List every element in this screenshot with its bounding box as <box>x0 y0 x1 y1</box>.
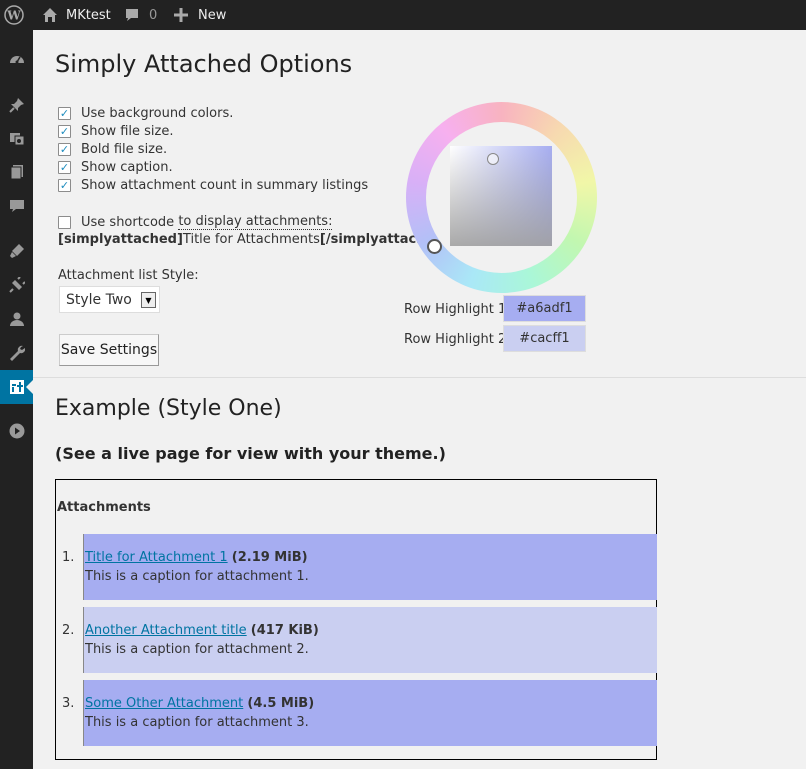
option-label: Use shortcode <box>81 214 179 230</box>
row-highlight-2-label: Row Highlight 2: <box>404 332 511 347</box>
appearance-icon[interactable] <box>0 234 33 268</box>
attachment-caption: This is a caption for attachment 3. <box>85 715 309 730</box>
hue-handle[interactable] <box>427 239 442 254</box>
shortcode-example: [simplyattached]Title for Attachments[/s… <box>58 232 450 247</box>
attachment-size: (417 KiB) <box>250 623 319 638</box>
example-preview: Attachments 1. Title for Attachment 1 (2… <box>55 479 657 760</box>
checkbox[interactable]: ✓ <box>58 178 71 192</box>
list-number: 3. <box>62 696 75 711</box>
color-picker[interactable] <box>406 102 597 293</box>
checkmark-icon: ✓ <box>59 124 70 138</box>
list-item: Another Attachment title (417 KiB) This … <box>83 607 657 673</box>
site-name-link[interactable]: MKtest <box>66 0 111 30</box>
save-settings-button[interactable]: Save Settings <box>59 334 159 366</box>
attachment-size: (2.19 MiB) <box>231 550 308 565</box>
main-content: Simply Attached Options ✓ Use background… <box>33 30 806 769</box>
attachment-link[interactable]: Another Attachment title <box>85 623 247 638</box>
saturation-handle[interactable] <box>487 153 499 165</box>
example-title: Example (Style One) <box>55 396 282 421</box>
checkmark-icon: ✓ <box>59 160 70 174</box>
checkbox[interactable]: ✓ <box>58 160 71 174</box>
option-label: Use background colors. <box>81 105 234 121</box>
shortcode-inner-text: Title for Attachments <box>182 232 320 247</box>
saturation-square[interactable] <box>450 146 552 246</box>
checkmark-icon: ✓ <box>59 142 70 156</box>
list-style-value: Style Two <box>66 291 132 308</box>
admin-bar: W MKtest 0 New <box>0 0 806 30</box>
chevron-down-icon[interactable]: ▼ <box>141 292 156 308</box>
divider <box>33 377 806 378</box>
row-highlight-1-label: Row Highlight 1: <box>404 302 511 317</box>
option-bold-file-size[interactable]: ✓ Bold file size. <box>58 140 167 158</box>
attachment-caption: This is a caption for attachment 1. <box>85 569 309 584</box>
option-label: Show caption. <box>81 159 173 175</box>
attachment-caption: This is a caption for attachment 2. <box>85 642 309 657</box>
option-show-caption[interactable]: ✓ Show caption. <box>58 158 173 176</box>
checkbox[interactable]: ✓ <box>58 106 71 120</box>
option-label: Show file size. <box>81 123 174 139</box>
page-title: Simply Attached Options <box>55 50 353 78</box>
wordpress-logo-icon[interactable]: W <box>4 0 26 30</box>
pages-icon[interactable] <box>0 155 33 189</box>
attachment-link[interactable]: Title for Attachment 1 <box>85 550 228 565</box>
attachments-heading: Attachments <box>57 500 151 515</box>
list-number: 1. <box>62 550 75 565</box>
checkbox[interactable]: ✓ <box>58 124 71 138</box>
tools-icon[interactable] <box>0 336 33 370</box>
svg-text:W: W <box>6 9 21 23</box>
example-note: (See a live page for view with your them… <box>55 444 446 463</box>
option-label: Bold file size. <box>81 141 168 157</box>
dashboard-icon[interactable] <box>0 42 33 76</box>
row-highlight-1-input[interactable]: #a6adf1 <box>503 295 586 322</box>
media-icon[interactable] <box>0 121 33 155</box>
checkbox[interactable]: ✓ <box>58 142 71 156</box>
collapse-icon[interactable] <box>0 414 33 448</box>
settings-icon[interactable] <box>0 370 33 404</box>
plus-icon[interactable] <box>174 0 188 30</box>
option-background-colors[interactable]: ✓ Use background colors. <box>58 104 233 122</box>
list-style-select[interactable]: Style Two ▼ <box>59 286 160 313</box>
home-icon[interactable] <box>42 0 58 30</box>
checkmark-icon: ✓ <box>59 106 70 120</box>
comment-bubble-icon[interactable] <box>124 0 140 30</box>
row-highlight-2-input[interactable]: #cacff1 <box>503 325 586 352</box>
attachment-size: (4.5 MiB) <box>247 696 315 711</box>
pin-icon[interactable] <box>0 88 33 122</box>
checkmark-icon: ✓ <box>59 178 70 192</box>
list-item: Some Other Attachment (4.5 MiB) This is … <box>83 680 657 746</box>
admin-menu <box>0 30 33 769</box>
list-number: 2. <box>62 623 75 638</box>
option-use-shortcode[interactable]: Use shortcode to display attachments: <box>58 213 333 231</box>
comments-icon[interactable] <box>0 189 33 223</box>
new-content-link[interactable]: New <box>198 0 226 30</box>
list-style-label: Attachment list Style: <box>58 268 199 283</box>
plugins-icon[interactable] <box>0 268 33 302</box>
attachment-link[interactable]: Some Other Attachment <box>85 696 243 711</box>
list-item: Title for Attachment 1 (2.19 MiB) This i… <box>83 534 657 600</box>
checkbox[interactable] <box>58 215 71 229</box>
comments-count[interactable]: 0 <box>149 0 157 30</box>
shortcode-help-link[interactable]: to display attachments: <box>178 214 333 230</box>
shortcode-open-tag: [simplyattached] <box>58 232 183 247</box>
users-icon[interactable] <box>0 302 33 336</box>
option-attachment-count[interactable]: ✓ Show attachment count in summary listi… <box>58 176 368 194</box>
option-show-file-size[interactable]: ✓ Show file size. <box>58 122 173 140</box>
option-label: Show attachment count in summary listing… <box>81 177 369 193</box>
